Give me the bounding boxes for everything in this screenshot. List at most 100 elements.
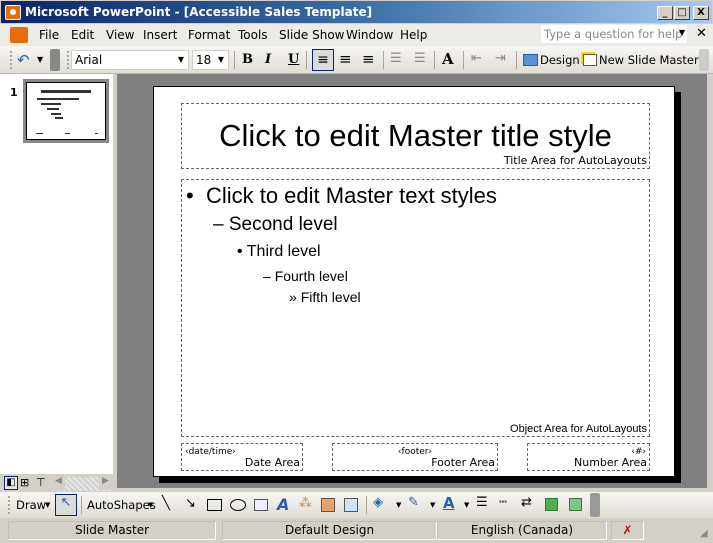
slide-show-view-button[interactable]: ⊤ xyxy=(36,476,46,489)
shadow-style-icon[interactable] xyxy=(545,498,558,511)
slide-thumbnail[interactable] xyxy=(23,79,109,143)
diagram-icon[interactable]: ⁂ xyxy=(299,496,312,511)
normal-view-button[interactable]: ◧ xyxy=(4,476,18,490)
design-icon xyxy=(523,54,538,66)
chevron-down-icon[interactable]: ▼ xyxy=(430,501,435,509)
title-area-label: Title Area for AutoLayouts xyxy=(503,154,647,167)
toolbar-grip[interactable] xyxy=(8,496,11,514)
arrow-tool-icon[interactable]: ↘ xyxy=(185,496,196,511)
increase-indent-icon[interactable]: ⇥ xyxy=(495,51,506,66)
increase-font-size-icon[interactable]: A xyxy=(442,50,454,68)
scroll-left-icon[interactable]: ◀ xyxy=(52,476,65,490)
toolbar-grip[interactable] xyxy=(67,51,70,69)
status-bar: Slide Master Default Design English (Can… xyxy=(0,518,713,543)
footer-placeholder[interactable]: ‹footer› Footer Area xyxy=(332,443,498,471)
chevron-down-icon: ▼ xyxy=(177,55,185,64)
resize-grip-icon[interactable]: ◢ xyxy=(700,528,708,539)
decrease-indent-icon[interactable]: ⇤ xyxy=(471,51,482,66)
menu-file[interactable]: File xyxy=(39,28,59,42)
arrow-style-icon[interactable]: ⇄ xyxy=(521,495,532,510)
view-buttons: ◧ ⊞ ⊤ ◀ ▶ xyxy=(0,476,117,492)
design-button[interactable]: Design xyxy=(540,53,580,67)
thumbnail-text xyxy=(41,103,61,105)
date-placeholder[interactable]: ‹date/time› Date Area xyxy=(181,443,303,471)
undo-dropdown-icon[interactable]: ▼ xyxy=(37,55,43,64)
menu-insert[interactable]: Insert xyxy=(143,28,177,42)
align-right-button[interactable]: ≡ xyxy=(362,50,375,68)
menu-window[interactable]: Window xyxy=(346,28,393,42)
separator xyxy=(366,496,367,514)
toolbar-grip[interactable] xyxy=(10,51,13,69)
select-objects-button[interactable]: ↖ xyxy=(55,494,77,516)
help-search-input[interactable]: Type a question for help xyxy=(541,25,687,43)
font-name-select[interactable]: Arial ▼ xyxy=(71,50,189,70)
chevron-down-icon: ▼ xyxy=(148,501,154,509)
rectangle-tool-icon[interactable] xyxy=(207,499,222,511)
spelling-status-icon[interactable]: ✗ xyxy=(611,521,644,540)
title-placeholder[interactable]: Click to edit Master title style Title A… xyxy=(181,103,650,169)
menu-edit[interactable]: Edit xyxy=(71,28,94,42)
clip-art-icon[interactable] xyxy=(321,498,335,512)
thumbnail-footer xyxy=(65,133,70,134)
line-color-icon[interactable]: ✎ xyxy=(408,495,419,510)
minimize-button[interactable]: _ xyxy=(657,6,673,20)
status-language[interactable]: English (Canada) xyxy=(437,521,607,540)
numbering-icon[interactable]: ☰ xyxy=(390,51,402,66)
fill-color-icon[interactable]: ◈ xyxy=(373,495,383,510)
chevron-down-icon[interactable]: ▼ xyxy=(464,501,469,509)
font-size-select[interactable]: 18 ▼ xyxy=(192,50,229,70)
powerpoint-app-icon[interactable] xyxy=(5,5,21,20)
line-style-icon[interactable]: ☰ xyxy=(476,495,488,510)
toolbar-options-icon[interactable] xyxy=(699,49,709,71)
body-placeholder[interactable]: • Click to edit Master text styles – Sec… xyxy=(181,179,650,437)
bold-button[interactable]: B xyxy=(242,52,253,67)
chevron-down-icon[interactable]: ▼ xyxy=(396,501,401,509)
menu-tools[interactable]: Tools xyxy=(238,28,268,42)
number-placeholder[interactable]: ‹#› Number Area xyxy=(527,443,650,471)
formatting-toolbar: ↶ ▼ Arial ▼ 18 ▼ B I U ≡ ≡ ≡ ☰ ☰ A ⇤ ⇥ Des… xyxy=(0,46,713,74)
oval-tool-icon[interactable] xyxy=(230,499,246,511)
toolbar-options-icon[interactable] xyxy=(590,493,600,517)
menu-help[interactable]: Help xyxy=(400,28,427,42)
menu-view[interactable]: View xyxy=(106,28,134,42)
italic-button[interactable]: I xyxy=(265,52,271,67)
underline-button[interactable]: U xyxy=(288,52,299,67)
thumbnail-text xyxy=(47,108,59,110)
autoshapes-menu-button[interactable]: AutoShapes xyxy=(87,498,156,512)
object-area-label: Object Area for AutoLayouts xyxy=(510,423,647,435)
undo-icon[interactable]: ↶ xyxy=(17,51,30,69)
draw-menu-button[interactable]: Draw xyxy=(16,498,46,512)
font-name-value: Arial xyxy=(75,53,103,67)
drawing-toolbar: Draw ▼ ↖ AutoShapes ▼ ╲ ↘ A ⁂ ◈ ▼ ✎ ▼ A … xyxy=(0,492,713,518)
bullets-icon[interactable]: ☰ xyxy=(414,51,426,66)
menu-slide-show[interactable]: Slide Show xyxy=(279,28,344,42)
thumbnail-text xyxy=(51,113,61,115)
font-color-icon[interactable]: A xyxy=(443,494,455,512)
help-dropdown-icon[interactable]: ▼ xyxy=(679,28,685,37)
close-button[interactable]: X xyxy=(693,6,709,20)
3d-style-icon[interactable] xyxy=(569,498,582,511)
slide-master-canvas[interactable]: Click to edit Master title style Title A… xyxy=(153,86,675,477)
align-left-button[interactable]: ≡ xyxy=(312,49,334,71)
new-slide-master-button[interactable]: New Slide Master xyxy=(599,53,699,67)
scroll-right-icon[interactable]: ▶ xyxy=(99,476,112,490)
document-icon[interactable] xyxy=(10,27,28,43)
maximize-button[interactable]: □ xyxy=(674,6,690,20)
slide-sorter-view-button[interactable]: ⊞ xyxy=(20,476,29,489)
vertical-scrollbar[interactable] xyxy=(707,74,713,488)
dash-style-icon[interactable]: ┅ xyxy=(499,495,507,510)
slide-number: 1 xyxy=(10,86,18,99)
line-tool-icon[interactable]: ╲ xyxy=(162,496,170,511)
text-box-icon[interactable] xyxy=(254,499,268,511)
text-level-1: • Click to edit Master text styles xyxy=(186,183,497,208)
close-document-icon[interactable]: ✕ xyxy=(696,26,707,41)
wordart-icon[interactable]: A xyxy=(277,495,289,514)
number-area-label: Number Area xyxy=(574,456,647,469)
align-center-button[interactable]: ≡ xyxy=(339,50,352,68)
insert-picture-icon[interactable] xyxy=(344,498,358,512)
menu-format[interactable]: Format xyxy=(188,28,230,42)
font-size-value: 18 xyxy=(196,53,212,67)
window-title: Microsoft PowerPoint - [Accessible Sales… xyxy=(25,5,373,19)
separator xyxy=(516,51,517,69)
toolbar-options-icon[interactable] xyxy=(50,49,60,71)
